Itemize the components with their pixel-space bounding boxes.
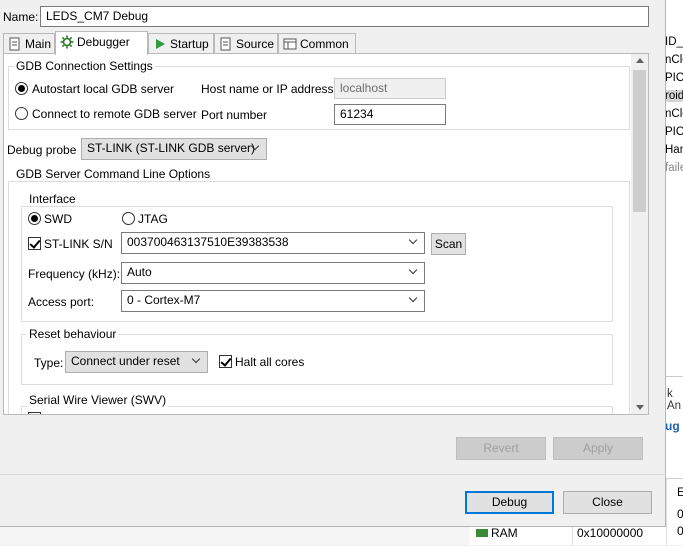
chevron-down-icon: [250, 143, 261, 154]
reset-type-label: Type:: [34, 356, 64, 370]
reset-title: Reset behaviour: [27, 327, 119, 341]
port-input[interactable]: 61234: [334, 104, 446, 125]
tab-debugger-label: Debugger: [77, 35, 130, 49]
tab-source[interactable]: Source: [214, 33, 278, 53]
reset-type-select[interactable]: Connect under reset: [65, 351, 208, 373]
bg-table-cell: 0x10000000: [577, 526, 644, 540]
startup-play-icon: [156, 39, 165, 49]
bg-table-divider: [666, 479, 667, 546]
panel-scrollbar[interactable]: [631, 54, 648, 414]
main-doc-icon: [9, 37, 20, 51]
swd-label[interactable]: SWD: [44, 212, 72, 226]
access-port-value: 0 - Cortex-M7: [127, 293, 201, 307]
port-label: Port number: [201, 108, 268, 122]
bg-ram-label: RAM: [491, 526, 518, 540]
source-doc-icon: [220, 37, 231, 51]
stlink-sn-label[interactable]: ST-LINK S/N: [44, 237, 113, 251]
tab-source-label: Source: [236, 37, 275, 51]
tab-startup-label: Startup: [170, 37, 209, 51]
button-bar-divider: [0, 474, 666, 475]
bg-code-line: nClo: [665, 108, 683, 120]
tab-startup[interactable]: Startup: [148, 33, 214, 53]
debugger-gear-icon: [60, 35, 74, 49]
name-label: Name:: [3, 10, 39, 24]
interface-title: Interface: [27, 192, 78, 206]
bg-code-line: PIO_: [665, 126, 683, 138]
debug-probe-select[interactable]: ST-LINK (ST-LINK GDB server): [81, 138, 267, 160]
remote-label[interactable]: Connect to remote GDB server: [32, 107, 197, 121]
background-editor-strip: ID_ nClo PIO_ roid nClo PIO_ Han faile k…: [665, 0, 683, 545]
bg-table-row-name: RAM: [476, 526, 518, 540]
bg-side-tab[interactable]: k An: [667, 388, 683, 412]
server-options-title: GDB Server Command Line Options: [14, 167, 213, 181]
swv-group: [21, 406, 613, 414]
tab-main[interactable]: Main: [3, 33, 55, 53]
scroll-thumb[interactable]: [633, 70, 646, 212]
remote-radio[interactable]: [15, 107, 28, 120]
reset-type-value: Connect under reset: [71, 354, 180, 368]
swv-title: Serial Wire Viewer (SWV): [27, 393, 169, 407]
bg-separator: [665, 376, 683, 377]
frequency-value: Auto: [127, 265, 152, 279]
bg-table-cell: 0: [677, 524, 683, 538]
debugger-tab-panel: GDB Connection Settings Autostart local …: [3, 53, 649, 415]
host-input[interactable]: localhost: [334, 78, 446, 99]
frequency-label: Frequency (kHz):: [28, 267, 121, 281]
halt-all-cores-label[interactable]: Halt all cores: [235, 355, 304, 369]
access-port-label: Access port:: [28, 295, 95, 309]
scroll-up-button[interactable]: [631, 54, 648, 68]
arrow-down-icon: [636, 405, 644, 410]
scan-button[interactable]: Scan: [431, 233, 466, 255]
jtag-label[interactable]: JTAG: [138, 212, 168, 226]
debug-configuration-dialog: Name: LEDS_CM7 Debug Main Debugger Start…: [0, 0, 666, 527]
swv-enable-checkbox[interactable]: [28, 412, 41, 414]
bg-code-line: faile: [665, 162, 683, 174]
scroll-down-button[interactable]: [631, 400, 648, 414]
autostart-radio[interactable]: [15, 82, 28, 95]
autostart-label[interactable]: Autostart local GDB server: [32, 82, 174, 96]
bg-code-line: PIO_: [665, 72, 683, 84]
tab-debugger[interactable]: Debugger: [55, 31, 148, 55]
revert-button[interactable]: Revert: [456, 437, 546, 460]
tab-common-label: Common: [300, 37, 349, 51]
tab-common[interactable]: Common: [278, 33, 356, 53]
bg-code-line: ID_: [665, 36, 683, 48]
name-input[interactable]: LEDS_CM7 Debug: [40, 6, 649, 27]
swd-radio[interactable]: [28, 212, 41, 225]
chevron-down-icon: [408, 267, 419, 278]
common-table-icon: [283, 38, 297, 50]
bg-code-line: Han: [665, 144, 683, 156]
apply-button[interactable]: Apply: [553, 437, 643, 460]
chevron-down-icon: [408, 237, 419, 248]
debug-probe-label: Debug probe: [7, 143, 77, 157]
bg-table-cell: 0: [677, 507, 683, 521]
close-button[interactable]: Close: [563, 491, 652, 514]
host-label: Host name or IP address: [201, 82, 334, 96]
bg-side-link: ug: [665, 419, 680, 433]
frequency-select[interactable]: Auto: [121, 262, 425, 284]
stlink-sn-checkbox[interactable]: [28, 237, 41, 250]
halt-all-cores-checkbox[interactable]: [219, 355, 232, 368]
bg-code-line: roid: [665, 90, 683, 102]
gdb-connection-title: GDB Connection Settings: [14, 59, 155, 73]
bg-code-line: nClo: [665, 54, 683, 66]
arrow-up-icon: [636, 58, 644, 63]
chevron-down-icon: [408, 295, 419, 306]
bg-table-header: E: [677, 485, 683, 499]
tab-main-label: Main: [25, 37, 52, 51]
stlink-sn-select[interactable]: 003700463137510E39383538: [121, 232, 425, 254]
chevron-down-icon: [191, 356, 202, 367]
debug-probe-value: ST-LINK (ST-LINK GDB server): [87, 141, 256, 155]
access-port-select[interactable]: 0 - Cortex-M7: [121, 290, 425, 312]
debug-button[interactable]: Debug: [465, 491, 554, 514]
ram-chip-icon: [476, 529, 488, 537]
jtag-radio[interactable]: [122, 212, 135, 225]
stlink-sn-value: 003700463137510E39383538: [127, 235, 289, 249]
